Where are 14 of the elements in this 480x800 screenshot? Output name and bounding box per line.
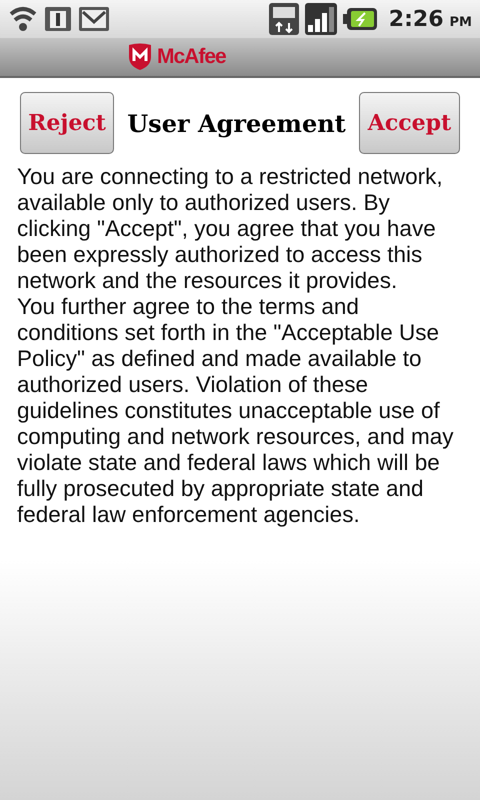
- agreement-paragraph: You further agree to the terms and conditions set forth in the "Acceptable Use Policy" as defined and made available to authorized users. Violation of these guidelines constitutes unacceptable use of computing and network resources, and may violate state and federal laws which will be fully prosecuted by appropriate state and federal law enforcement agencies.: [17, 294, 454, 528]
- mail-icon: [78, 6, 110, 32]
- accept-button[interactable]: Accept: [359, 92, 460, 154]
- page-title: User Agreement: [127, 108, 346, 138]
- clock-time: 2:26: [388, 6, 444, 32]
- battery-icon: [342, 7, 377, 31]
- shield-logo-icon: [128, 43, 152, 71]
- clock-period: PM: [450, 14, 472, 30]
- data-icon: [268, 3, 299, 35]
- signal-icon: [304, 3, 337, 35]
- wifi-icon: [8, 4, 38, 34]
- agreement-paragraph: You are connecting to a restricted network, available only to authorized users. By clicking "Accept", you agree that you have been expressly authorized to access this network and the resources it provides.: [17, 164, 444, 294]
- reject-button[interactable]: Reject: [20, 92, 114, 154]
- brand-logo: McAfee: [157, 45, 226, 69]
